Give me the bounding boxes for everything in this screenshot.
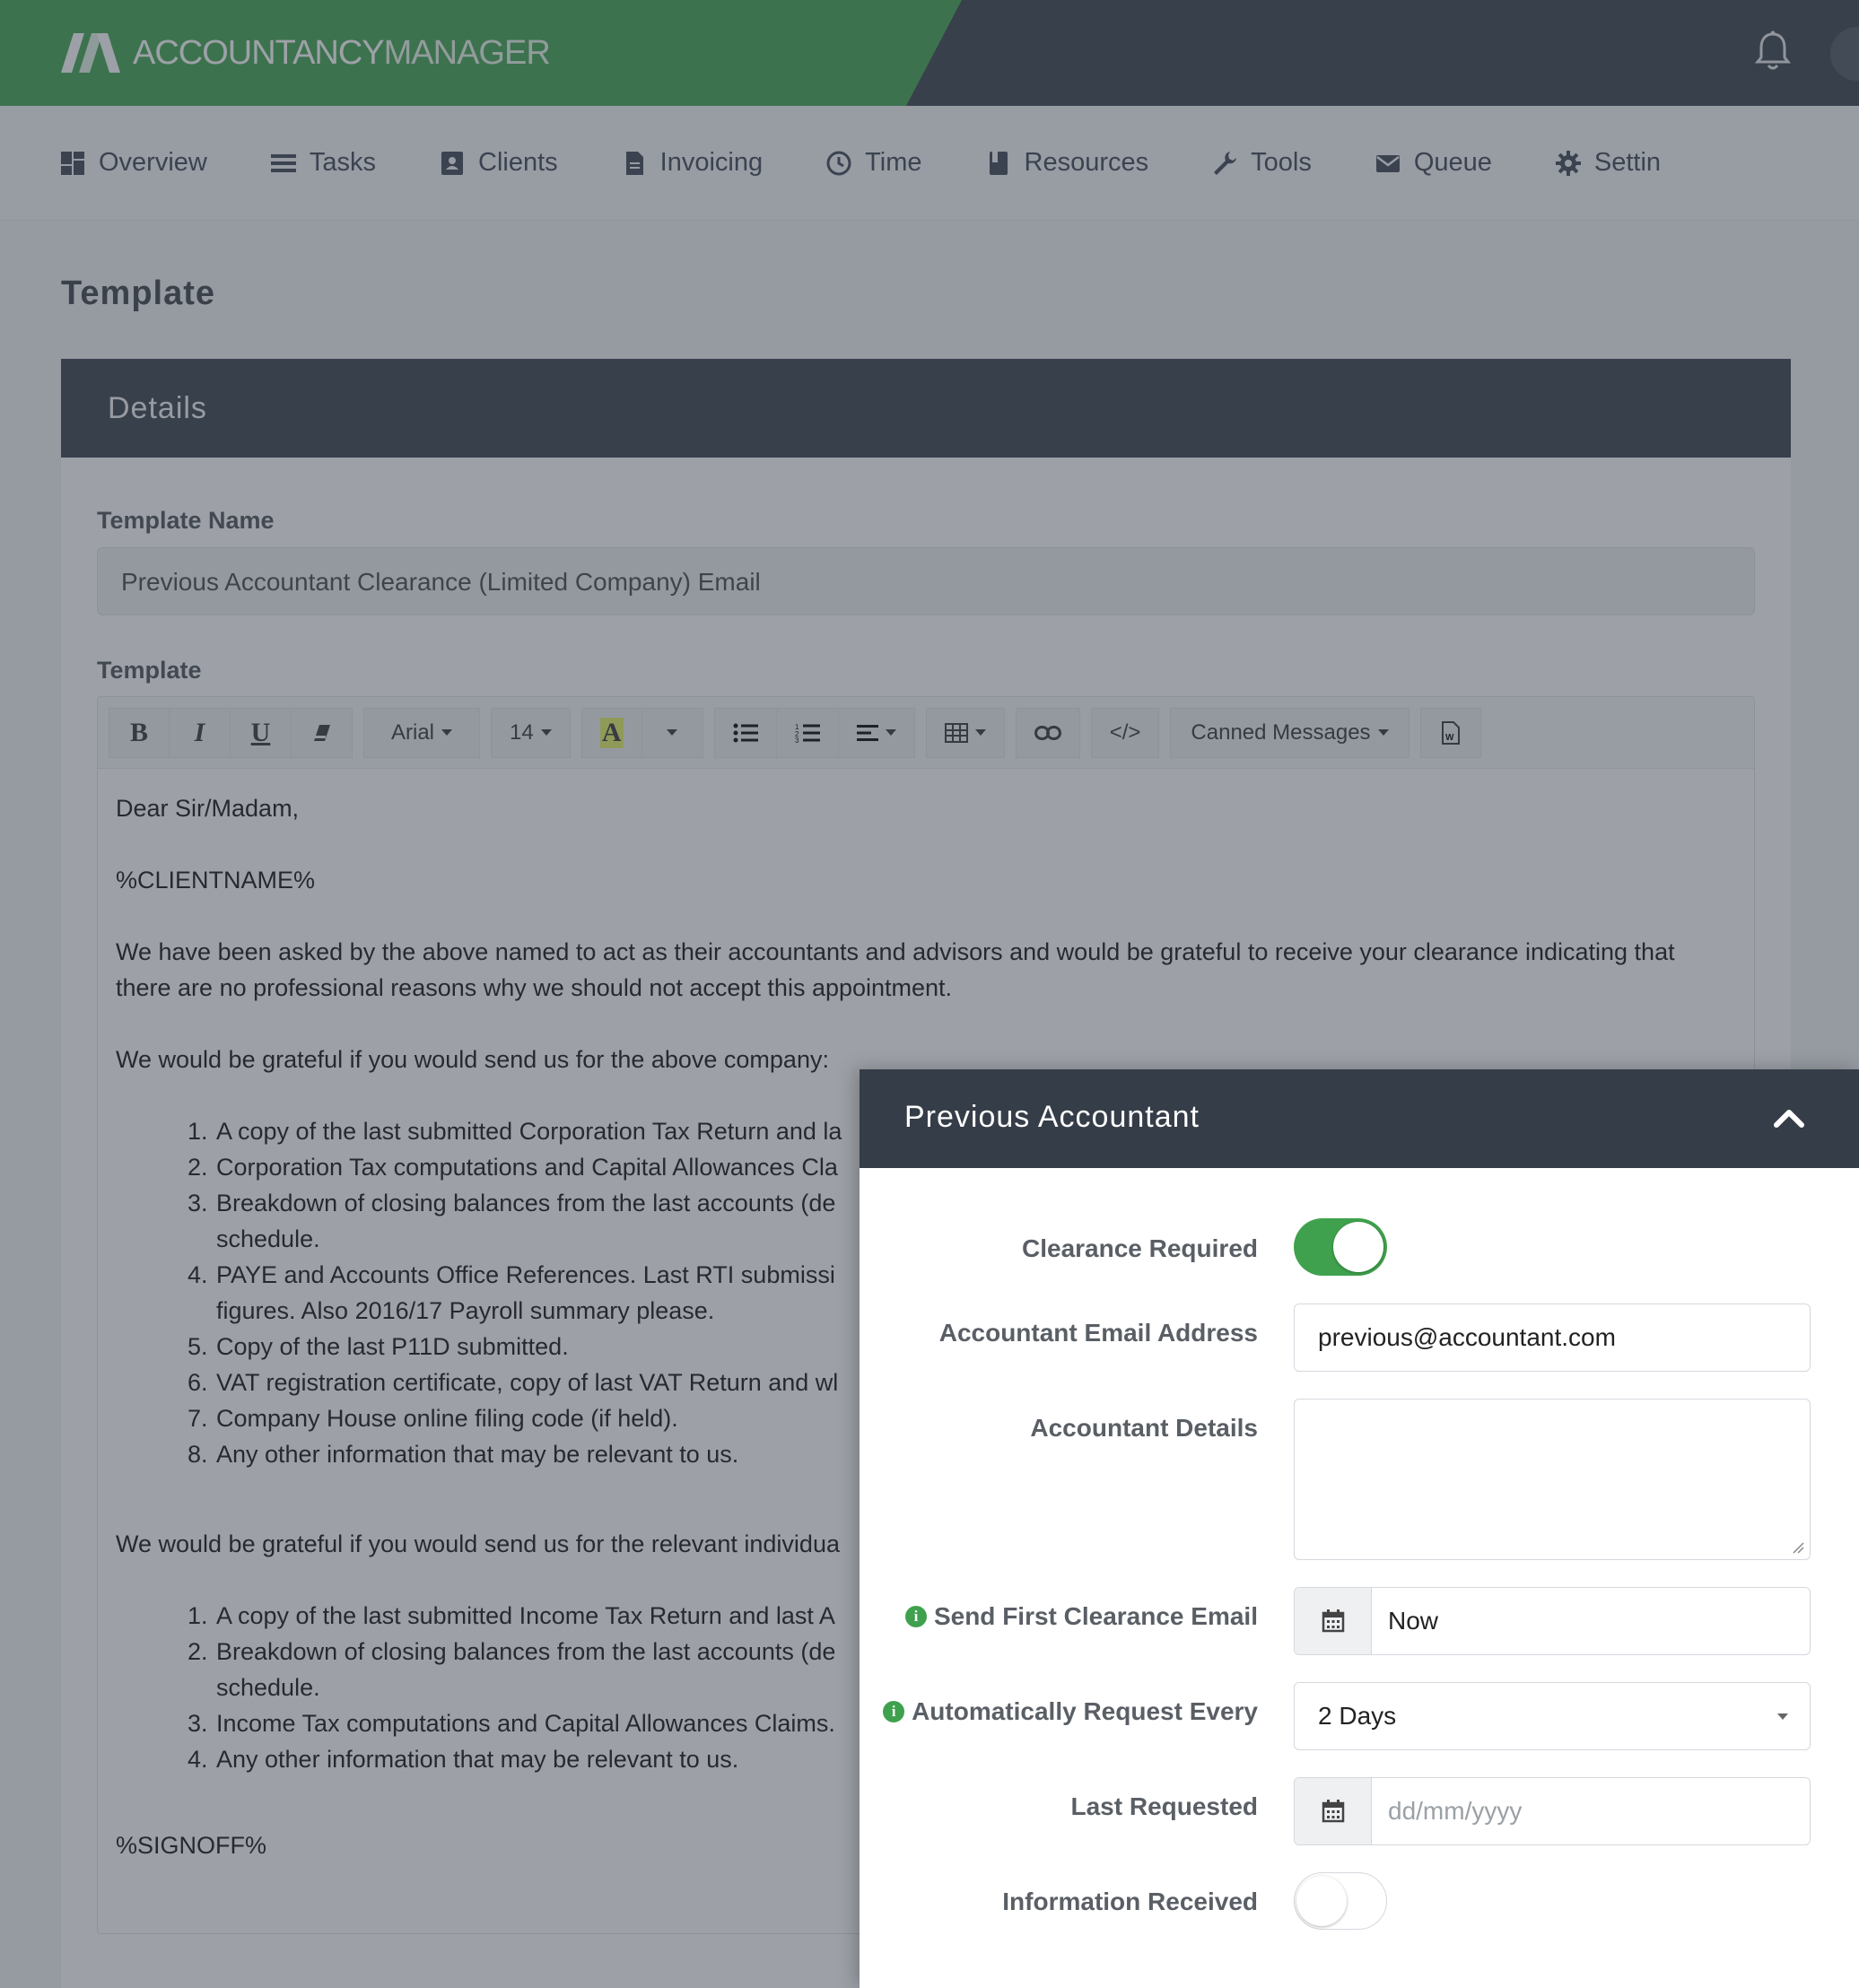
- panel-title: Previous Accountant: [904, 1100, 1200, 1134]
- clearance-required-label: Clearance Required: [1022, 1234, 1258, 1262]
- calendar-icon: [1322, 1800, 1344, 1823]
- accountant-details-textarea[interactable]: [1294, 1399, 1811, 1560]
- accountant-details-label: Accountant Details: [1030, 1414, 1258, 1442]
- first-email-datepicker[interactable]: Now: [1294, 1587, 1811, 1655]
- calendar-addon[interactable]: [1295, 1778, 1372, 1844]
- calendar-addon[interactable]: [1295, 1588, 1372, 1654]
- info-icon[interactable]: i: [904, 1606, 927, 1627]
- email-label: Accountant Email Address: [938, 1319, 1258, 1347]
- toggle-knob: [1333, 1222, 1383, 1272]
- first-email-label: i Send First Clearance Email: [904, 1602, 1258, 1631]
- toggle-knob: [1296, 1876, 1347, 1926]
- chevron-down-icon: [1777, 1713, 1788, 1720]
- panel-header: Previous Accountant: [860, 1069, 1859, 1168]
- auto-request-select[interactable]: 2 Days: [1294, 1682, 1811, 1750]
- email-input[interactable]: previous@accountant.com: [1294, 1304, 1811, 1372]
- info-received-toggle[interactable]: [1294, 1872, 1387, 1930]
- calendar-icon: [1322, 1609, 1344, 1633]
- chevron-up-icon[interactable]: [1773, 1107, 1805, 1129]
- resize-handle-icon[interactable]: [1792, 1541, 1804, 1554]
- info-icon[interactable]: i: [883, 1701, 905, 1722]
- auto-request-label: i Automatically Request Every: [883, 1697, 1258, 1726]
- previous-accountant-panel: Previous Accountant Clearance Required A…: [860, 1069, 1859, 1988]
- info-received-label: Information Received: [1002, 1888, 1258, 1915]
- last-requested-label: Last Requested: [1070, 1792, 1259, 1820]
- clearance-required-toggle[interactable]: [1294, 1218, 1387, 1276]
- last-requested-datepicker[interactable]: dd/mm/yyyy: [1294, 1777, 1811, 1845]
